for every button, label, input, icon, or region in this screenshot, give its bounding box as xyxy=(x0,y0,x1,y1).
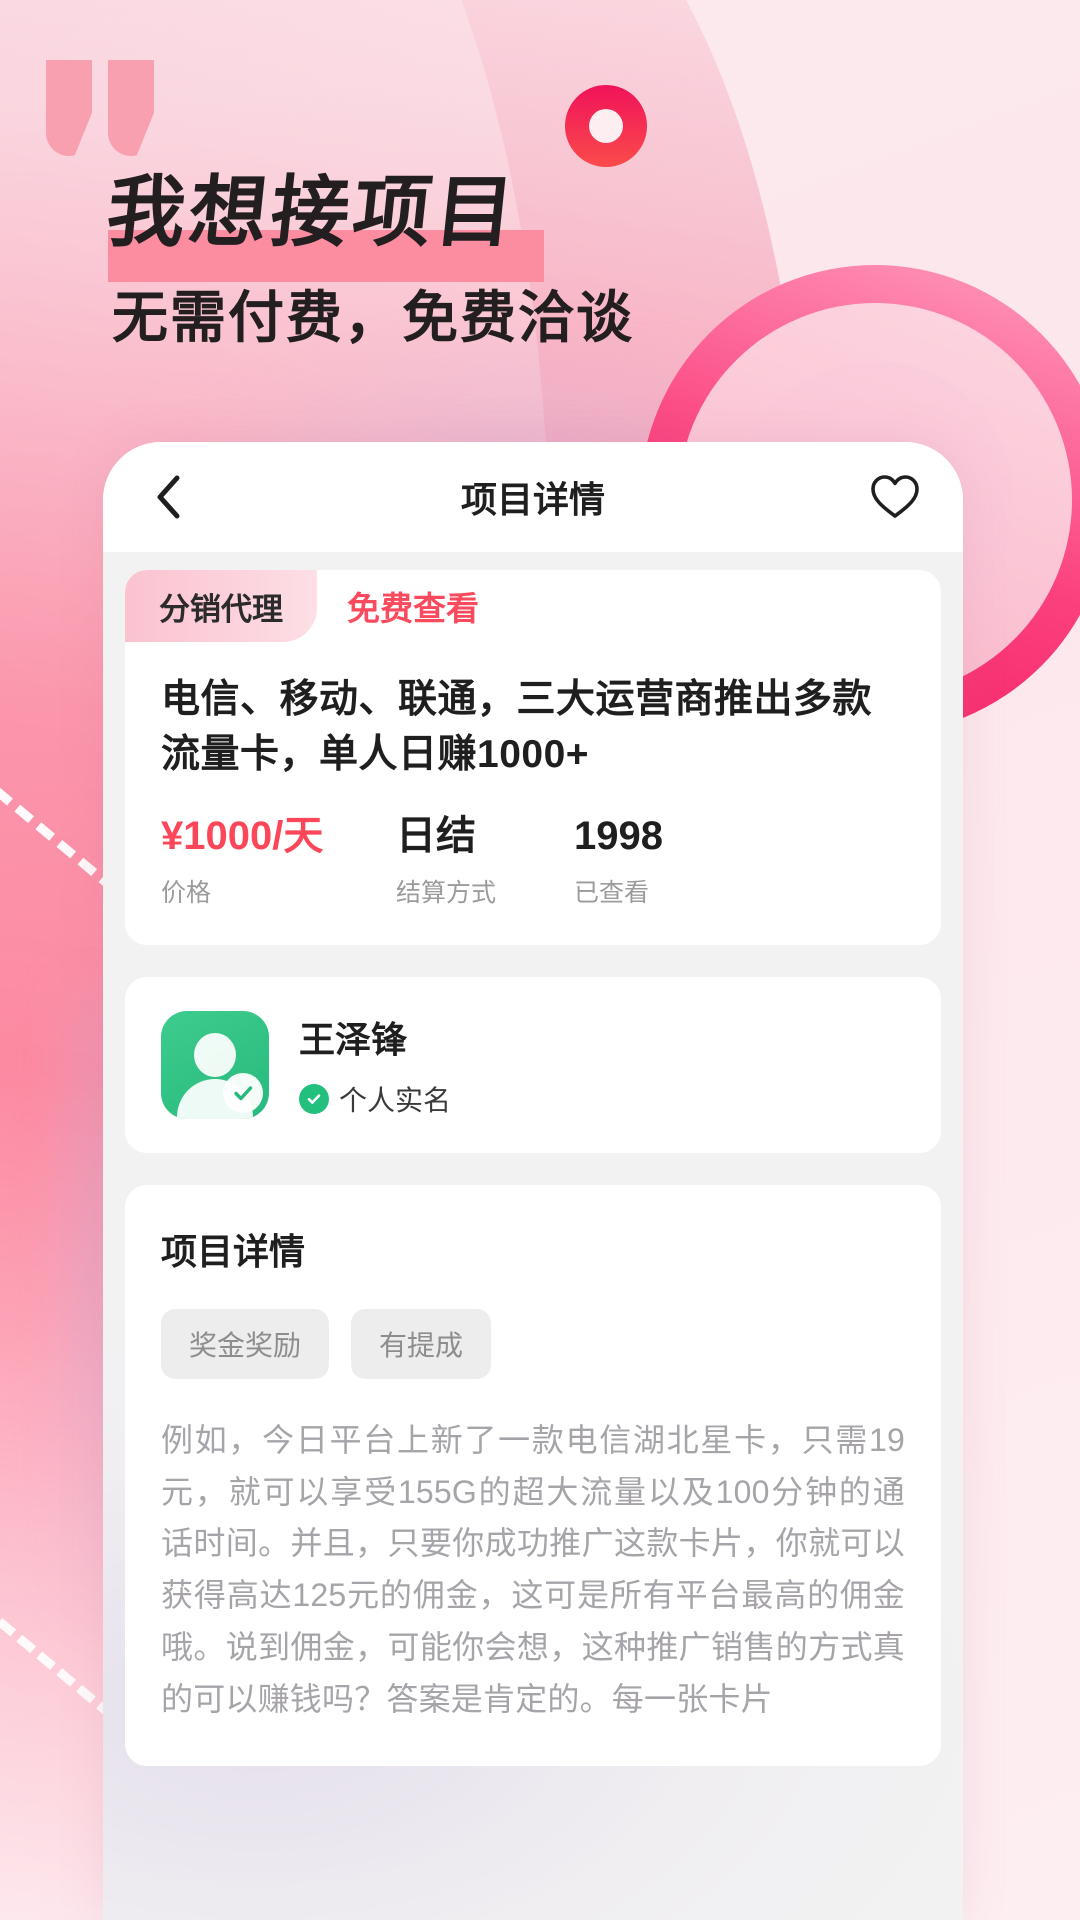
publisher-verification: 个人实名 xyxy=(299,1079,451,1119)
chevron-left-icon xyxy=(157,475,180,519)
avatar xyxy=(161,1010,269,1119)
page-title: 项目详情 xyxy=(460,479,605,520)
avatar-head-shape xyxy=(194,1032,236,1077)
small-ring-decoration xyxy=(565,85,647,167)
stat-views-label: 已查看 xyxy=(574,878,650,907)
project-summary-card: 分销代理 免费查看 电信、移动、联通，三大运营商推出多款流量卡，单人日赚1000… xyxy=(125,570,941,945)
publisher-name: 王泽锋 xyxy=(299,1018,408,1060)
project-detail-card: 项目详情 奖金奖励 有提成 例如，今日平台上新了一款电信湖北星卡，只需19元，就… xyxy=(125,1184,941,1766)
check-circle-icon xyxy=(299,1083,329,1114)
publisher-card[interactable]: 王泽锋 个人实名 xyxy=(125,976,941,1153)
stat-price: ¥1000/天 价格 xyxy=(161,813,396,909)
poster-subheadline: 无需付费，免费洽谈 xyxy=(112,286,634,349)
check-glyph-icon xyxy=(307,1094,321,1104)
stat-views: 1998 已查看 xyxy=(574,813,809,909)
detail-body-text: 例如，今日平台上新了一款电信湖北星卡，只需19元，就可以享受155G的超大流量以… xyxy=(161,1421,905,1717)
project-tag-row: 分销代理 免费查看 xyxy=(125,570,941,642)
detail-tag-row: 奖金奖励 有提成 xyxy=(161,1308,905,1379)
tag-free-view[interactable]: 免费查看 xyxy=(317,570,479,642)
detail-scroll-area[interactable]: 分销代理 免费查看 电信、移动、联通，三大运营商推出多款流量卡，单人日赚1000… xyxy=(103,552,963,1920)
stat-price-label: 价格 xyxy=(161,878,212,907)
stat-price-value: ¥1000/天 xyxy=(161,813,324,858)
project-stats-row: ¥1000/天 价格 日结 结算方式 1998 已查看 xyxy=(161,813,905,909)
stat-settlement-label: 结算方式 xyxy=(396,878,497,907)
publisher-verification-label: 个人实名 xyxy=(339,1084,452,1116)
app-navigation-bar: 项目详情 xyxy=(103,442,963,552)
publisher-meta: 王泽锋 个人实名 xyxy=(299,1011,451,1119)
headline-group: 我想接项目 xyxy=(103,150,544,282)
stat-settlement: 日结 结算方式 xyxy=(396,813,574,909)
detail-section-heading: 项目详情 xyxy=(161,1230,306,1272)
phone-screen-panel: 项目详情 分销代理 免费查看 电信、移动、联通，三大运营商推出多款流量卡，单人日… xyxy=(103,442,963,1920)
stat-views-value: 1998 xyxy=(574,813,663,858)
check-icon xyxy=(234,1086,253,1100)
detail-tag-commission[interactable]: 有提成 xyxy=(351,1308,492,1379)
poster-headline: 我想接项目 xyxy=(102,168,523,258)
project-title: 电信、移动、联通，三大运营商推出多款流量卡，单人日赚1000+ xyxy=(161,678,873,777)
back-button[interactable] xyxy=(145,474,191,520)
favorite-button[interactable] xyxy=(869,471,921,523)
heart-outline-icon xyxy=(871,475,919,518)
avatar-verified-badge-icon xyxy=(223,1072,263,1113)
stat-settlement-value: 日结 xyxy=(396,813,476,858)
detail-tag-bonus[interactable]: 奖金奖励 xyxy=(161,1308,330,1379)
tag-category[interactable]: 分销代理 xyxy=(125,570,317,642)
